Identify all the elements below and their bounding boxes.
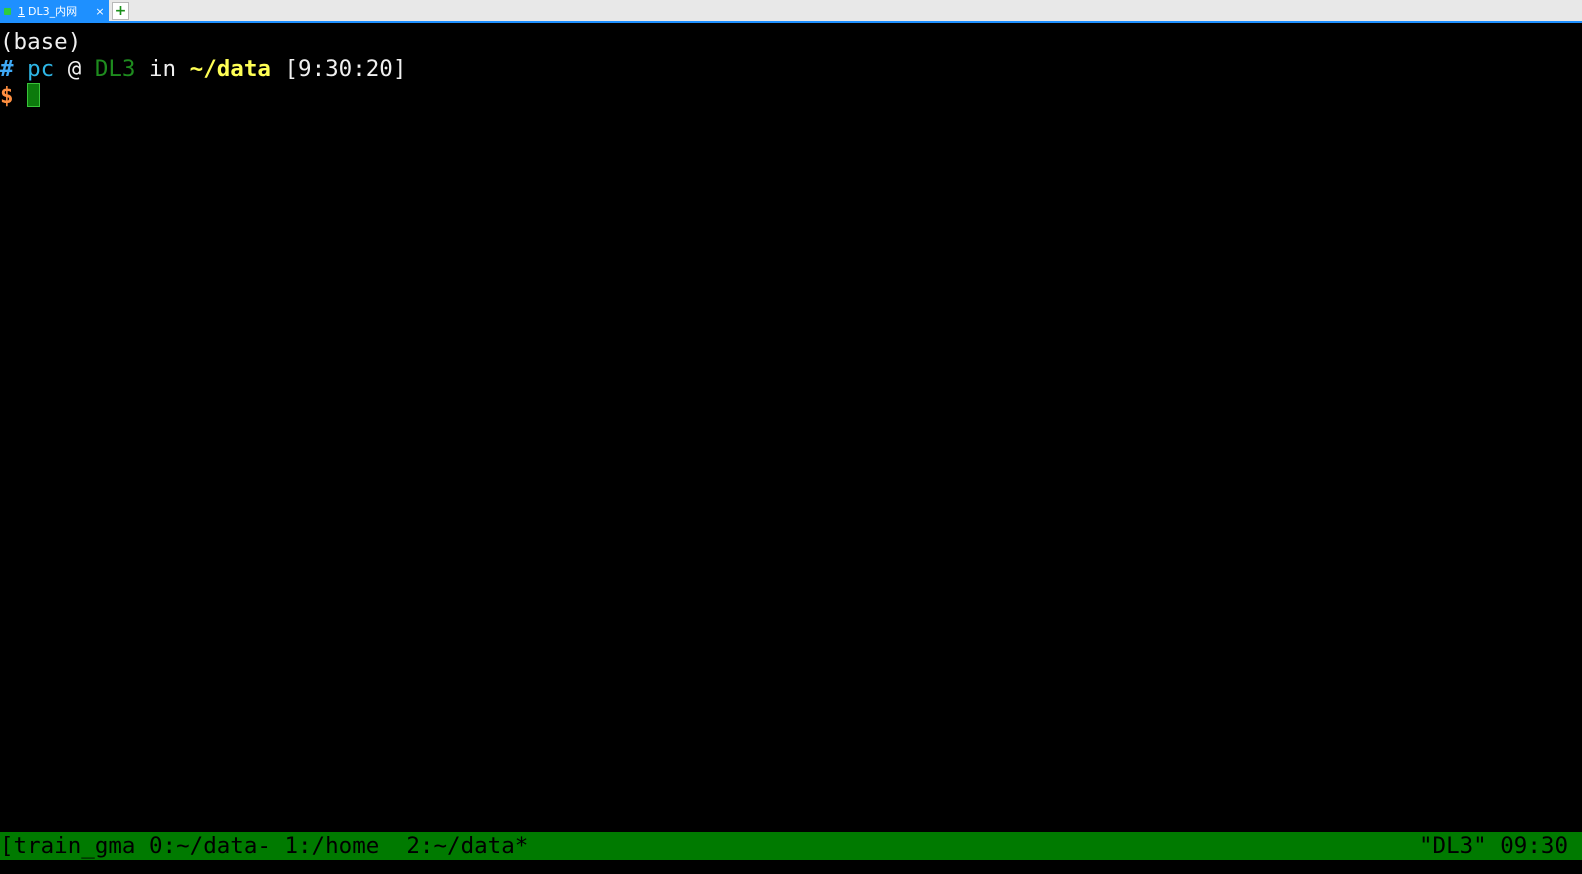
new-tab-button[interactable]: +	[112, 2, 129, 20]
conda-env-line: (base)	[0, 29, 81, 56]
prompt-line: # pc @ DL3 in ~/data [9:30:20]	[0, 56, 406, 83]
prompt-path: ~/data	[189, 56, 271, 82]
tmux-window-list: [train_gma 0:~/data- 1:/home 2:~/data*	[0, 833, 529, 859]
conda-env: (base)	[0, 29, 82, 55]
bottom-strip	[0, 860, 1582, 874]
prompt-hash: #	[0, 56, 14, 82]
terminal-window: 1 DL3_内网 × + (base) # pc @ DL3 in ~/data…	[0, 0, 1582, 874]
terminal-output[interactable]: (base) # pc @ DL3 in ~/data [9:30:20] $	[0, 25, 1582, 831]
prompt-dollar: $	[0, 83, 14, 109]
tab-bar: 1 DL3_内网 × +	[0, 0, 1582, 23]
prompt-host: DL3	[94, 56, 136, 82]
tab-dl3[interactable]: 1 DL3_内网 ×	[0, 0, 109, 23]
input-line[interactable]: $	[0, 83, 41, 110]
prompt-in: in	[149, 56, 177, 82]
text-cursor	[27, 83, 41, 107]
prompt-at: @	[67, 56, 82, 82]
tab-index: 1	[18, 5, 25, 18]
connection-status-icon	[4, 8, 11, 15]
tmux-status-bar: [train_gma 0:~/data- 1:/home 2:~/data* "…	[0, 832, 1582, 860]
tab-label: DL3_内网	[28, 5, 78, 18]
close-icon[interactable]: ×	[94, 0, 106, 23]
prompt-time: [9:30:20]	[284, 56, 407, 82]
tmux-host-clock: "DL3" 09:30	[1418, 833, 1568, 859]
prompt-user: pc	[27, 56, 55, 82]
